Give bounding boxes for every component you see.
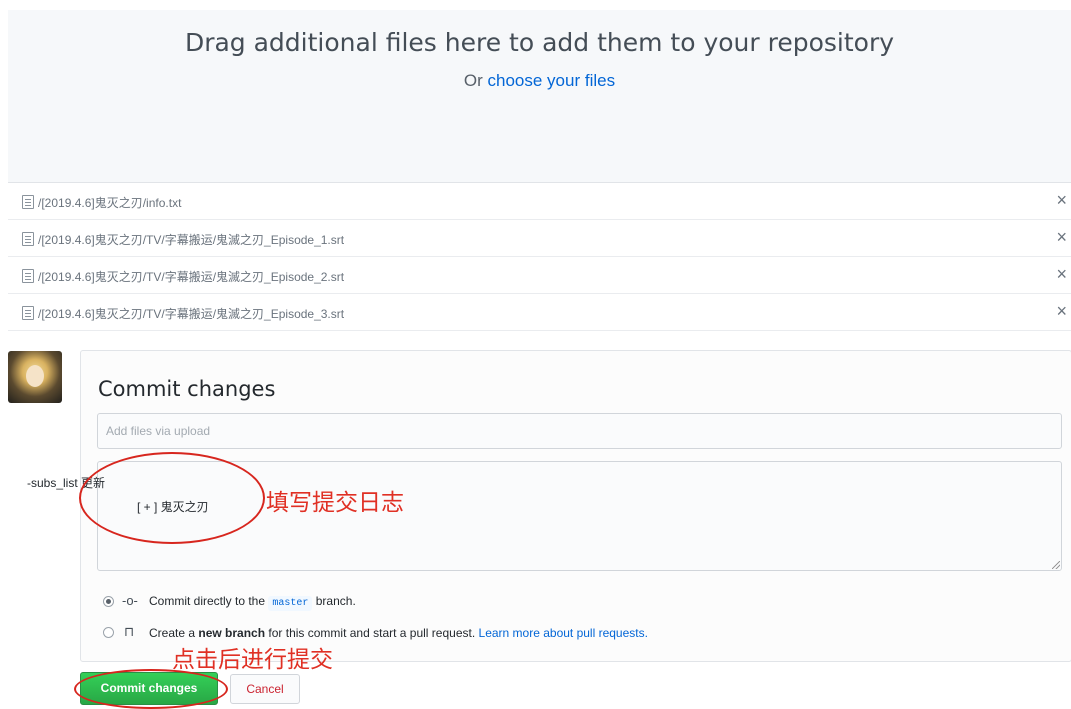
- annotation-oval-log: [79, 452, 265, 544]
- file-path: /[2019.4.6]鬼灭之刃/TV/字幕搬运/鬼滅之刃_Episode_3.s…: [38, 307, 345, 321]
- upload-title: Drag additional files here to add them t…: [184, 28, 895, 57]
- commit-title: Commit changes: [98, 377, 276, 401]
- choose-files-link[interactable]: choose your files: [488, 71, 616, 90]
- commit-summary-input[interactable]: [97, 413, 1062, 449]
- file-path: /[2019.4.6]鬼灭之刃/TV/字幕搬运/鬼滅之刃_Episode_2.s…: [38, 270, 345, 284]
- file-row: /[2019.4.6]鬼灭之刃/TV/字幕搬运/鬼滅之刃_Episode_1.s…: [8, 220, 1071, 257]
- pull-request-icon: ⊓: [124, 624, 135, 639]
- cancel-button[interactable]: Cancel: [230, 674, 300, 704]
- annotation-oval-button: [74, 669, 228, 709]
- remove-file-icon[interactable]: ×: [1056, 227, 1067, 247]
- commit-direct-suffix: branch.: [315, 594, 356, 608]
- commit-direct-label[interactable]: Commit directly to the master branch.: [149, 594, 356, 611]
- file-path: /[2019.4.6]鬼灭之刃/info.txt: [38, 196, 182, 210]
- file-path: /[2019.4.6]鬼灭之刃/TV/字幕搬运/鬼滅之刃_Episode_1.s…: [38, 233, 345, 247]
- file-icon: [22, 269, 34, 283]
- file-row: /[2019.4.6]鬼灭之刃/TV/字幕搬运/鬼滅之刃_Episode_2.s…: [8, 257, 1071, 294]
- new-branch-text-after: for this commit and start a pull request…: [268, 626, 476, 640]
- upload-dropzone[interactable]: Drag additional files here to add them t…: [8, 10, 1071, 183]
- uploaded-file-list: /[2019.4.6]鬼灭之刃/info.txt × /[2019.4.6]鬼灭…: [8, 183, 1071, 331]
- new-branch-bold: new branch: [198, 626, 266, 640]
- commit-icon: -o-: [122, 593, 138, 608]
- new-branch-text-before: Create a: [149, 626, 196, 640]
- file-icon: [22, 306, 34, 320]
- textarea-resize-handle[interactable]: [1052, 561, 1060, 569]
- commit-direct-radio[interactable]: [103, 596, 114, 607]
- commit-direct-prefix: Commit directly to the: [149, 594, 266, 608]
- remove-file-icon[interactable]: ×: [1056, 264, 1067, 284]
- annotation-click-commit: 点击后进行提交: [172, 647, 333, 673]
- upload-subtitle: Or choose your files: [8, 71, 1071, 91]
- file-icon: [22, 195, 34, 209]
- branch-name: master: [268, 596, 313, 611]
- file-icon: [22, 232, 34, 246]
- remove-file-icon[interactable]: ×: [1056, 190, 1067, 210]
- remove-file-icon[interactable]: ×: [1056, 301, 1067, 321]
- file-row: /[2019.4.6]鬼灭之刃/info.txt ×: [8, 183, 1071, 220]
- new-branch-radio[interactable]: [103, 627, 114, 638]
- learn-more-link[interactable]: Learn more about pull requests.: [479, 626, 648, 640]
- annotation-fill-log: 填写提交日志: [266, 490, 404, 516]
- file-row: /[2019.4.6]鬼灭之刃/TV/字幕搬运/鬼滅之刃_Episode_3.s…: [8, 294, 1071, 331]
- upload-subtitle-prefix: Or: [463, 71, 488, 90]
- user-avatar[interactable]: [8, 351, 62, 403]
- new-branch-label[interactable]: Create a new branch for this commit and …: [149, 626, 648, 640]
